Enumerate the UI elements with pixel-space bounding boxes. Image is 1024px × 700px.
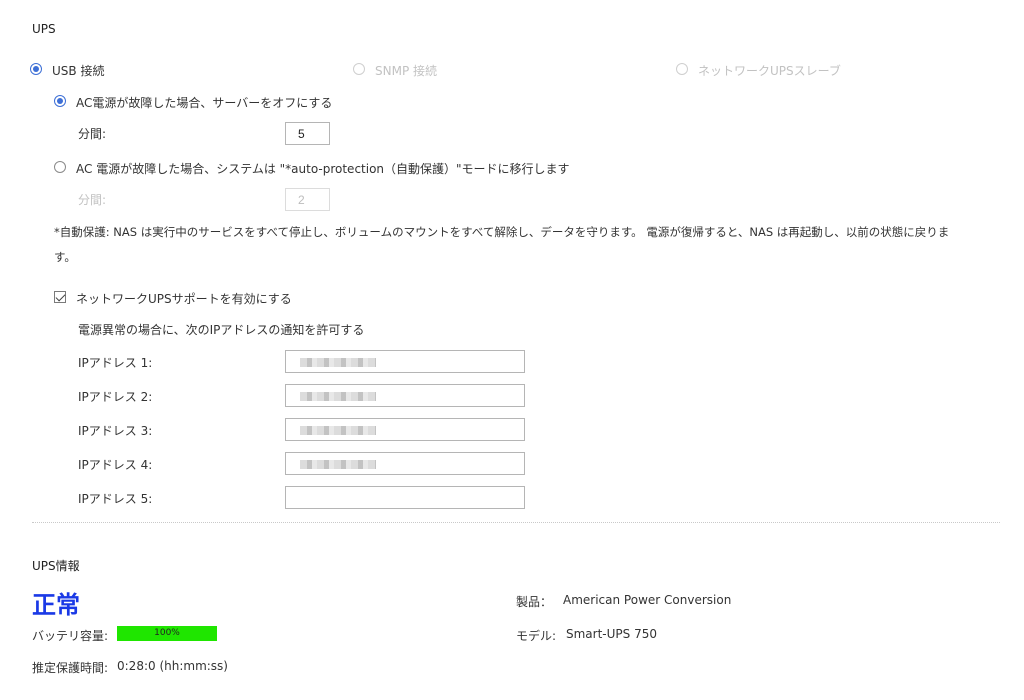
battery-capacity-bar: 100% (117, 626, 217, 641)
page-title: UPS (32, 22, 56, 36)
ip-address-4-label: IPアドレス 4: (78, 458, 153, 472)
ip-address-5-input[interactable] (285, 486, 525, 509)
masked-ip-value (300, 426, 376, 435)
shutdown-minutes-input[interactable] (285, 122, 330, 145)
usb-connection-label[interactable]: USB 接続 (52, 62, 104, 79)
auto-protection-label[interactable]: AC 電源が故障した場合、システムは "*auto-protection（自動保… (76, 160, 570, 177)
network-ups-slave-label[interactable]: ネットワークUPSスレーブ (698, 62, 841, 79)
protection-minutes-input[interactable] (285, 188, 330, 211)
protection-minutes-label: 分間: (78, 193, 107, 207)
product-label: 製品： (516, 595, 553, 609)
ip-address-2-input[interactable] (285, 384, 525, 407)
ups-status: 正常 (32, 591, 80, 619)
network-ups-slave-radio[interactable] (676, 63, 688, 75)
snmp-connection-radio[interactable] (353, 63, 365, 75)
runtime-value: 0:28:0 (hh:mm:ss) (117, 659, 228, 673)
network-ups-support-label[interactable]: ネットワークUPSサポートを有効にする (76, 290, 292, 307)
masked-ip-value (300, 392, 376, 401)
auto-protection-radio[interactable] (54, 161, 66, 173)
ip-address-3-input[interactable] (285, 418, 525, 441)
ip-address-2-label: IPアドレス 2: (78, 390, 153, 404)
battery-capacity-label: バッテリ容量: (32, 629, 109, 643)
ip-notify-description: 電源異常の場合に、次のIPアドレスの通知を許可する (78, 323, 365, 337)
ip-address-5-label: IPアドレス 5: (78, 492, 153, 506)
masked-ip-value (300, 358, 376, 367)
runtime-label: 推定保護時間: (32, 661, 109, 675)
ac-fail-shutdown-radio[interactable] (54, 95, 66, 107)
network-ups-support-checkbox[interactable] (54, 291, 66, 303)
auto-protection-note-line1: *自動保護: NAS は実行中のサービスをすべて停止し、ボリュームのマウントをす… (54, 225, 950, 239)
ups-info-title: UPS情報 (32, 559, 80, 573)
auto-protection-note-line2: す。 (54, 250, 76, 264)
battery-capacity-text: 100% (154, 628, 180, 638)
model-value: Smart-UPS 750 (566, 627, 657, 641)
usb-connection-radio[interactable] (30, 63, 42, 75)
masked-ip-value (300, 460, 376, 469)
ip-address-4-input[interactable] (285, 452, 525, 475)
ac-fail-shutdown-label[interactable]: AC電源が故障した場合、サーバーをオフにする (76, 94, 332, 111)
ip-address-1-label: IPアドレス 1: (78, 356, 153, 370)
section-divider (32, 522, 1000, 523)
ip-address-1-input[interactable] (285, 350, 525, 373)
shutdown-minutes-label: 分間: (78, 127, 107, 141)
snmp-connection-label[interactable]: SNMP 接続 (375, 62, 437, 79)
ip-address-3-label: IPアドレス 3: (78, 424, 153, 438)
model-label: モデル: (516, 629, 557, 643)
product-value: American Power Conversion (563, 593, 732, 607)
